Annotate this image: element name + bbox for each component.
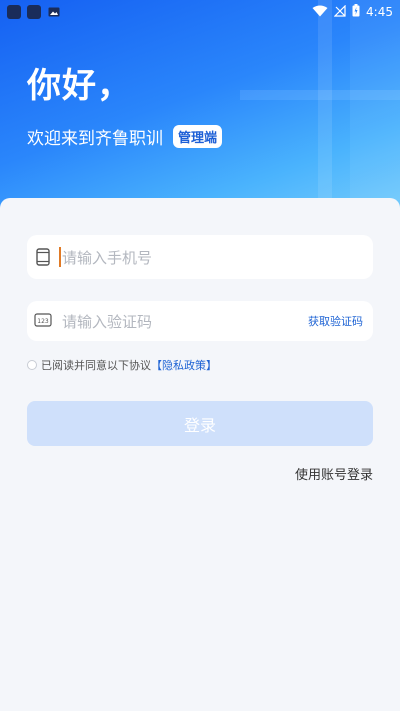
code-input-placeholder[interactable]: 请输入验证码 (62, 311, 152, 332)
agreement-row: 已阅读并同意以下协议 【隐私政策】 (27, 357, 217, 373)
phone-input-placeholder[interactable]: 请输入手机号 (62, 247, 152, 268)
phone-field[interactable]: 请输入手机号 (27, 235, 373, 279)
welcome-text: 欢迎来到齐鲁职训 (27, 129, 163, 149)
app-notification-icon (27, 5, 41, 19)
svg-text:123: 123 (37, 318, 49, 325)
agreement-text: 已阅读并同意以下协议 (41, 359, 151, 372)
welcome-row: 欢迎来到齐鲁职训 管理端 (27, 124, 223, 149)
battery-charging-icon (352, 4, 360, 20)
hero-banner: 4:45 你好， 欢迎来到齐鲁职训 管理端 (0, 0, 400, 220)
app-notification-icon (7, 5, 21, 19)
window-light-beam (350, 0, 400, 200)
greeting-title: 你好， (27, 66, 132, 106)
account-login-link[interactable]: 使用账号登录 (295, 464, 373, 483)
notification-icons (7, 5, 61, 19)
status-bar: 4:45 (0, 0, 400, 24)
login-button[interactable]: 登录 (27, 401, 373, 446)
agreement-checkbox[interactable] (27, 360, 37, 370)
window-light-beam (318, 0, 332, 200)
get-code-button[interactable]: 获取验证码 (308, 313, 363, 329)
phone-icon (31, 245, 55, 269)
clock: 4:45 (366, 5, 393, 19)
wifi-icon (312, 5, 328, 20)
text-cursor (59, 247, 61, 267)
keypad-123-icon: 123 (31, 309, 55, 333)
image-notification-icon (47, 5, 61, 19)
code-field[interactable]: 123 请输入验证码 获取验证码 (27, 301, 373, 341)
no-signal-icon (333, 4, 346, 20)
admin-badge: 管理端 (173, 125, 223, 148)
privacy-policy-link[interactable]: 【隐私政策】 (151, 357, 217, 373)
